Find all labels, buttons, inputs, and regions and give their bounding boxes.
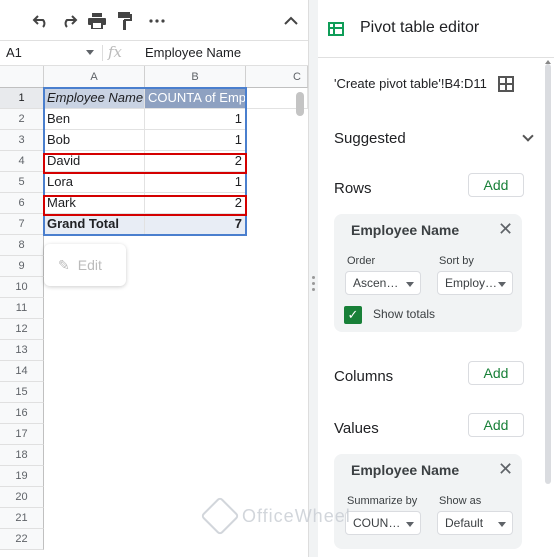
close-icon[interactable]: ✕ [498,220,513,238]
row-header-5[interactable]: 5 [0,172,44,193]
name-box[interactable]: A1 [0,41,100,65]
paint-format-icon[interactable] [114,10,136,32]
chevron-down-icon [406,282,414,287]
values-field-card: Employee Name ✕ Summarize by COUN… Show … [334,454,522,549]
rows-label: Rows [334,180,372,197]
vertical-scrollbar[interactable] [296,92,304,116]
highlight-david-row [43,153,247,174]
row-header-16[interactable]: 16 [0,403,44,424]
sortby-select[interactable]: Employ… [437,271,513,295]
row-header-9[interactable]: 9 [0,256,44,277]
order-value: Ascen… [353,276,399,290]
order-label: Order [347,255,376,267]
showas-label: Show as [439,495,482,507]
add-values-button[interactable]: Add [468,413,524,437]
row-header-3[interactable]: 3 [0,130,44,151]
row-header-22[interactable]: 22 [0,529,44,550]
select-all-corner[interactable] [0,66,44,88]
watermark-text: OfficeWheel [242,505,351,526]
rows-field-card: Employee Name ✕ Order Ascen… Sort by Emp… [334,214,522,332]
showas-value: Default [445,516,484,530]
add-columns-button[interactable]: Add [468,361,524,385]
summarize-value: COUN… [353,516,401,530]
edit-label: Edit [77,257,102,273]
pencil-icon: ✎ [58,256,70,273]
sheets-table-icon [328,22,344,36]
panel-header: Pivot table editor [318,0,554,58]
undo-icon[interactable] [30,10,52,32]
show-totals-label: Show totals [373,307,436,321]
drag-handle-icon[interactable] [312,276,315,296]
row-header-19[interactable]: 19 [0,466,44,487]
rows-field-title: Employee Name [351,222,460,238]
sortby-label: Sort by [439,255,474,267]
edit-button[interactable]: ✎ Edit [44,244,126,286]
values-label: Values [334,420,379,437]
row-header-7[interactable]: 7 [0,214,44,235]
highlight-mark-row [43,195,247,216]
sortby-value: Employ… [445,276,498,290]
row-header-6[interactable]: 6 [0,193,44,214]
columns-label: Columns [334,368,394,385]
column-header-a[interactable]: A [44,66,145,88]
column-header-b[interactable]: B [145,66,246,88]
panel-scrollbar[interactable] [545,64,551,484]
print-icon[interactable] [86,10,108,32]
values-field-title: Employee Name [351,462,460,478]
row-header-10[interactable]: 10 [0,277,44,298]
formula-bar: A1 fx Employee Name [0,40,308,66]
officewheel-logo-icon [200,496,240,536]
redo-icon[interactable] [58,10,80,32]
chevron-down-icon[interactable] [86,50,94,55]
order-select[interactable]: Ascen… [345,271,421,295]
row-header-13[interactable]: 13 [0,340,44,361]
add-rows-button[interactable]: Add [468,173,524,197]
row-header-17[interactable]: 17 [0,424,44,445]
watermark: OfficeWheel [200,496,351,536]
chevron-down-icon [406,522,414,527]
data-range-text[interactable]: 'Create pivot table'!B4:D11 [334,76,487,91]
row-header-15[interactable]: 15 [0,382,44,403]
show-totals-checkbox[interactable]: ✓ [344,306,362,324]
row-header-4[interactable]: 4 [0,151,44,172]
select-range-icon[interactable] [498,76,514,92]
row-header-21[interactable]: 21 [0,508,44,529]
showas-select[interactable]: Default [437,511,513,535]
pivot-table-editor: Pivot table editor 'Create pivot table'!… [318,0,554,557]
fx-icon: fx [108,43,123,61]
row-header-12[interactable]: 12 [0,319,44,340]
column-header-c[interactable]: C [246,66,308,88]
summarize-label: Summarize by [347,495,418,507]
close-icon[interactable]: ✕ [498,460,513,478]
formula-input[interactable]: Employee Name [145,45,241,60]
chevron-down-icon[interactable] [522,130,534,142]
row-header-11[interactable]: 11 [0,298,44,319]
row-header-20[interactable]: 20 [0,487,44,508]
row-header-1[interactable]: 1 [0,88,44,109]
chevron-down-icon [498,522,506,527]
chevron-down-icon [498,282,506,287]
row-header-18[interactable]: 18 [0,445,44,466]
toolbar [0,0,308,40]
row-header-14[interactable]: 14 [0,361,44,382]
panel-title: Pivot table editor [360,19,480,36]
cell-grid[interactable]: A B C 1 2 3 4 5 6 7 8 9 10 11 12 13 14 1… [0,66,308,557]
collapse-icon[interactable] [280,10,302,32]
divider [102,45,103,61]
suggested-label[interactable]: Suggested [334,130,406,147]
row-header-2[interactable]: 2 [0,109,44,130]
more-icon[interactable] [146,10,168,32]
spreadsheet: A1 fx Employee Name A B C 1 2 3 4 5 6 7 … [0,0,308,557]
row-header-8[interactable]: 8 [0,235,44,256]
summarize-select[interactable]: COUN… [345,511,421,535]
